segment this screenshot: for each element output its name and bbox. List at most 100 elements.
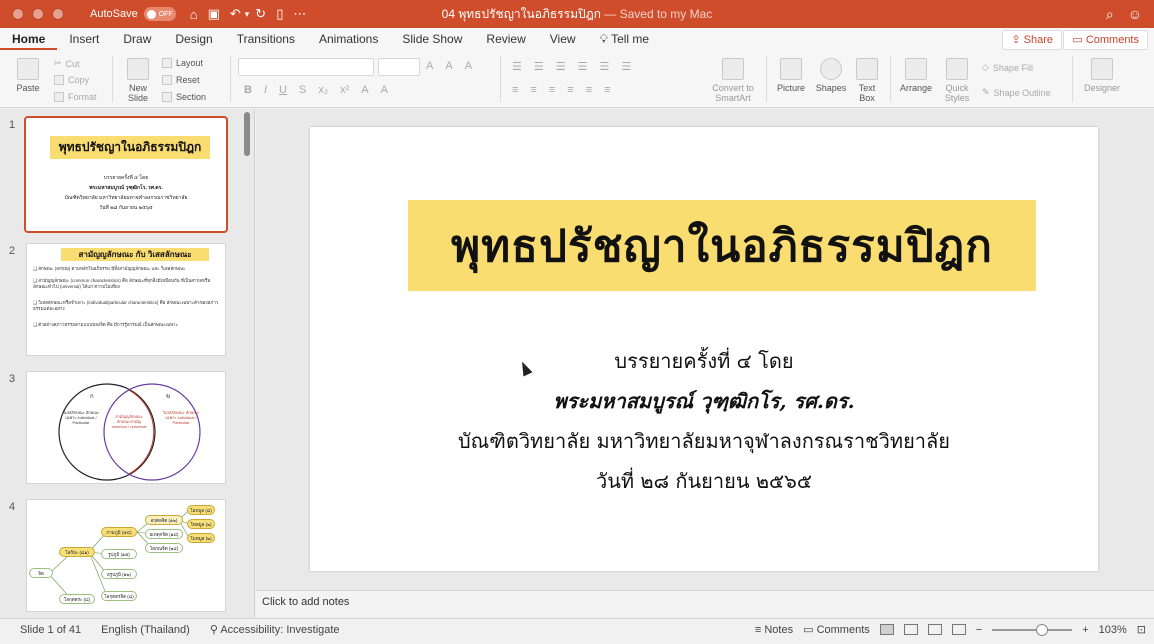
normal-view-icon[interactable] bbox=[879, 624, 894, 635]
tab-view[interactable]: View bbox=[538, 28, 588, 50]
tab-animations[interactable]: Animations bbox=[307, 28, 390, 50]
font-size-select[interactable] bbox=[378, 58, 420, 76]
bullets-icon[interactable]: ☰ bbox=[512, 60, 522, 73]
slide-subtitle-line-2[interactable]: พระมหาสมบูรณ์ วุฑฺฒิกโร, รศ.ดร. bbox=[310, 385, 1098, 417]
underline-icon[interactable]: U bbox=[279, 84, 287, 96]
format-painter-button[interactable]: Format bbox=[54, 92, 97, 102]
slide-thumbnail-1[interactable]: พุทธปรัชญาในอภิธรรมปิฎก บรรยายครั้งที่ ๔… bbox=[24, 116, 228, 233]
slide-thumbnail-4[interactable]: จิต โลกิยะ (๘๑) โลกุตตระ (๘) กามภูมิ (๕๔… bbox=[26, 499, 226, 612]
zoom-window-button[interactable] bbox=[52, 8, 64, 20]
shape-outline-button[interactable]: ✎ Shape Outline bbox=[982, 87, 1051, 98]
slide-sorter-icon[interactable] bbox=[903, 624, 918, 635]
tell-me-search[interactable]: 💡︎ Tell me bbox=[588, 28, 662, 50]
zoom-in-icon[interactable]: + bbox=[1082, 624, 1088, 636]
autosave-toggle[interactable]: OFF bbox=[143, 7, 176, 21]
thumb-line: บัณฑิตวิทยาลัย มหาวิทยาลัยมหาจุฬาลงกรณรา… bbox=[64, 195, 188, 201]
layout-button[interactable]: Layout bbox=[162, 58, 203, 68]
search-icon[interactable]: ⌕ bbox=[1106, 6, 1114, 23]
slide-subtitle-line-4[interactable]: วันที่ ๒๘ กันยายน ๒๕๖๕ bbox=[310, 465, 1098, 497]
section-button[interactable]: Section bbox=[162, 92, 206, 102]
tree-node: โลกิยะ (๘๑) bbox=[59, 547, 95, 557]
home-icon[interactable]: ⌂ bbox=[190, 7, 198, 22]
copy-button[interactable]: Copy bbox=[54, 75, 89, 85]
accessibility-checker[interactable]: ⚲ Accessibility: Investigate bbox=[210, 623, 340, 636]
superscript-icon[interactable]: x² bbox=[340, 84, 349, 96]
slide-thumbnail-3[interactable]: ก ข วิเสสลักษณะ ลักษณะเฉพาะ individual /… bbox=[26, 371, 226, 484]
justify-icon[interactable]: ≡ bbox=[567, 84, 573, 96]
account-icon[interactable]: ☺ bbox=[1128, 6, 1142, 23]
save-icon[interactable]: ▣ bbox=[208, 6, 220, 22]
text-direction-icon[interactable]: ≡ bbox=[586, 84, 592, 96]
tab-review[interactable]: Review bbox=[474, 28, 537, 50]
slide-title-placeholder[interactable]: พุทธปรัชญาในอภิธรรมปิฎก bbox=[408, 200, 1036, 291]
slide-thumbnail-2[interactable]: สามัญญลักษณะ กับ วิเสสลักษณะ ❑ ลักษณะ (ล… bbox=[26, 243, 226, 356]
subscript-icon[interactable]: x₂ bbox=[318, 84, 328, 96]
notes-toggle[interactable]: ≡ Notes bbox=[755, 624, 793, 636]
align-center-icon[interactable]: ≡ bbox=[530, 84, 536, 96]
line-spacing-icon[interactable]: ☰ bbox=[600, 60, 610, 73]
shapes-button[interactable]: Shapes bbox=[812, 58, 850, 93]
decrease-indent-icon[interactable]: ☰ bbox=[556, 60, 566, 73]
notes-pane[interactable]: Click to add notes bbox=[256, 590, 1154, 616]
thumbnails-scrollbar[interactable] bbox=[244, 112, 250, 156]
chevron-down-icon[interactable]: ▾ bbox=[245, 9, 250, 20]
align-left-icon[interactable]: ≡ bbox=[512, 84, 518, 96]
text-box-button[interactable]: Text Box bbox=[850, 58, 884, 103]
reset-button[interactable]: Reset bbox=[162, 75, 200, 85]
tab-draw[interactable]: Draw bbox=[111, 28, 163, 50]
redo-icon[interactable]: ↻ bbox=[255, 6, 266, 22]
convert-smartart-button[interactable]: Convert to SmartArt bbox=[706, 58, 760, 103]
tab-insert[interactable]: Insert bbox=[57, 28, 111, 50]
italic-icon[interactable]: I bbox=[264, 84, 267, 96]
share-button[interactable]: ⇪ Share bbox=[1002, 30, 1062, 50]
language-indicator[interactable]: English (Thailand) bbox=[101, 624, 190, 636]
shape-fill-button[interactable]: ◇ Shape Fill bbox=[982, 62, 1033, 73]
tab-transitions[interactable]: Transitions bbox=[225, 28, 307, 50]
quick-styles-button[interactable]: Quick Styles bbox=[938, 58, 976, 103]
increase-indent-icon[interactable]: ☰ bbox=[578, 60, 588, 73]
cut-button[interactable]: ✂ Cut bbox=[54, 58, 80, 69]
shapes-icon bbox=[820, 58, 842, 80]
zoom-slider-knob[interactable] bbox=[1036, 623, 1049, 636]
slide-subtitle-line-3[interactable]: บัณฑิตวิทยาลัย มหาวิทยาลัยมหาจุฬาลงกรณรา… bbox=[310, 425, 1098, 457]
fit-slide-icon[interactable]: ⊡ bbox=[1137, 623, 1146, 636]
arrange-button[interactable]: Arrange bbox=[896, 58, 936, 93]
columns-icon[interactable]: ☰ bbox=[621, 60, 631, 73]
close-window-button[interactable] bbox=[12, 8, 24, 20]
clear-format-icon[interactable]: A bbox=[465, 60, 472, 72]
comments-toggle[interactable]: ▭ Comments bbox=[803, 623, 870, 636]
venn-left-text: วิเสสลักษณะ ลักษณะเฉพาะ individual / Par… bbox=[62, 410, 100, 425]
align-text-icon[interactable]: ≡ bbox=[604, 84, 610, 96]
slideshow-view-icon[interactable] bbox=[951, 624, 966, 635]
zoom-out-icon[interactable]: − bbox=[976, 624, 982, 636]
align-right-icon[interactable]: ≡ bbox=[549, 84, 555, 96]
strikethrough-icon[interactable]: S bbox=[299, 84, 306, 96]
zoom-level[interactable]: 103% bbox=[1099, 624, 1127, 636]
paste-button[interactable]: Paste bbox=[10, 58, 46, 93]
current-slide[interactable]: พุทธปรัชญาในอภิธรรมปิฎก บรรยายครั้งที่ ๔… bbox=[310, 127, 1098, 571]
tab-home[interactable]: Home bbox=[0, 28, 58, 50]
zoom-slider[interactable] bbox=[992, 623, 1073, 636]
tab-design[interactable]: Design bbox=[163, 28, 224, 50]
font-color-icon[interactable]: A bbox=[361, 84, 368, 96]
undo-icon[interactable]: ↶ bbox=[230, 6, 241, 22]
accessibility-icon: ⚲ bbox=[209, 624, 218, 636]
grow-font-icon[interactable]: A bbox=[426, 60, 433, 72]
font-family-select[interactable] bbox=[238, 58, 374, 76]
highlight-icon[interactable]: A bbox=[381, 84, 388, 96]
more-icon[interactable]: ⋯ bbox=[293, 6, 306, 22]
reading-view-icon[interactable] bbox=[927, 624, 942, 635]
comments-button[interactable]: ▭ Comments bbox=[1063, 30, 1148, 50]
picture-button[interactable]: Picture bbox=[772, 58, 810, 93]
tab-slide-show[interactable]: Slide Show bbox=[390, 28, 474, 50]
bold-icon[interactable]: B bbox=[244, 84, 252, 96]
minimize-window-button[interactable] bbox=[32, 8, 44, 20]
arrange-icon bbox=[905, 58, 927, 80]
designer-button[interactable]: Designer bbox=[1080, 58, 1124, 93]
slide-subtitle-line-1[interactable]: บรรยายครั้งที่ ๔ โดย bbox=[310, 345, 1098, 377]
shrink-font-icon[interactable]: A bbox=[445, 60, 452, 72]
new-document-icon[interactable]: ▯ bbox=[276, 6, 283, 22]
new-slide-button[interactable]: New Slide bbox=[120, 58, 156, 103]
numbering-icon[interactable]: ☰ bbox=[534, 60, 544, 73]
tree-node: โมหมูล (๒) bbox=[187, 533, 215, 543]
